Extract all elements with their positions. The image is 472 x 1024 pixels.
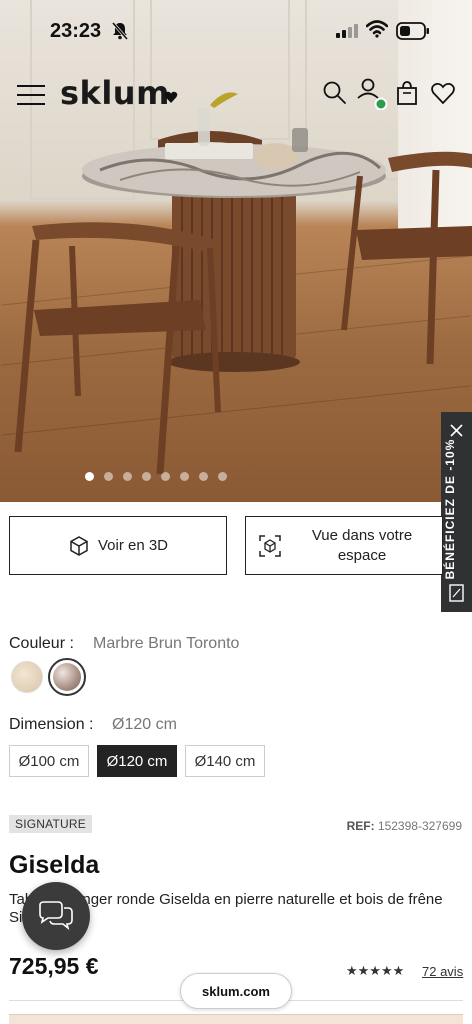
next-section-peek — [9, 1014, 463, 1024]
status-bar: 23:23 — [0, 0, 472, 60]
view-in-space-line1: Vue dans votre — [311, 526, 413, 544]
carousel-dot[interactable] — [218, 472, 227, 481]
carousel-dot[interactable] — [85, 472, 94, 481]
view-3d-label: Voir en 3D — [97, 537, 169, 554]
reviews-link[interactable]: 72 avis — [422, 964, 463, 979]
carousel-dot[interactable] — [142, 472, 151, 481]
promo-side-tab[interactable]: BÉNÉFICIEZ DE -10% — [441, 412, 472, 612]
dimension-option[interactable]: Ø100 cm — [9, 745, 89, 777]
ar-cube-icon — [259, 534, 281, 557]
wishlist-heart-icon[interactable] — [430, 80, 456, 106]
carousel-dot[interactable] — [123, 472, 132, 481]
chat-icon — [39, 901, 73, 931]
color-swatch-beige[interactable] — [11, 661, 43, 693]
battery-icon — [396, 22, 429, 40]
view-in-space-label: Vue dans votre espace — [282, 526, 442, 566]
bell-off-icon — [112, 22, 128, 40]
product-price: 725,95 € — [9, 953, 99, 979]
browser-url-bar[interactable]: sklum.com — [180, 973, 292, 1009]
product-title: Giselda — [9, 851, 100, 879]
search-icon[interactable] — [322, 80, 348, 106]
user-icon[interactable] — [356, 76, 388, 110]
dimension-value: Ø120 cm — [112, 716, 177, 733]
product-ref: REF: 152398-327699 — [347, 819, 462, 833]
signal-icon — [336, 24, 358, 38]
promo-text: BÉNÉFICIEZ DE -10% — [443, 438, 457, 580]
product-hero-image[interactable]: 23:23 sklum — [0, 0, 472, 502]
dimension-label: Dimension : — [9, 716, 94, 733]
color-swatch-brown-marble[interactable] — [48, 658, 86, 696]
color-label: Couleur : — [9, 635, 74, 652]
cube-3d-icon — [70, 535, 88, 556]
site-header: sklum — [0, 70, 472, 120]
clock: 23:23 — [50, 20, 102, 42]
carousel-dot[interactable] — [161, 472, 170, 481]
discount-tag-icon — [449, 584, 464, 602]
carousel-dot[interactable] — [104, 472, 113, 481]
view-3d-button[interactable]: Voir en 3D — [9, 516, 227, 575]
signature-badge: SIGNATURE — [9, 815, 92, 833]
dimension-option[interactable]: Ø140 cm — [185, 745, 265, 777]
view-in-space-line2: espace — [337, 546, 387, 564]
carousel-dot[interactable] — [180, 472, 189, 481]
dimension-option-selected[interactable]: Ø120 cm — [97, 745, 177, 777]
rating-stars: ★★★★★ — [346, 963, 405, 978]
ref-value: 152398-327699 — [377, 819, 462, 833]
wifi-icon — [366, 20, 388, 38]
carousel-pagination — [0, 472, 472, 481]
color-value: Marbre Brun Toronto — [93, 635, 240, 652]
bag-icon[interactable] — [394, 80, 420, 106]
chat-button[interactable] — [22, 882, 90, 950]
ref-label: REF: — [346, 819, 375, 833]
heart-icon — [164, 91, 178, 103]
view-in-space-button[interactable]: Vue dans votre espace — [245, 516, 443, 575]
carousel-dot[interactable] — [199, 472, 208, 481]
logo[interactable]: sklum — [60, 74, 170, 112]
hamburger-icon[interactable] — [16, 84, 46, 106]
